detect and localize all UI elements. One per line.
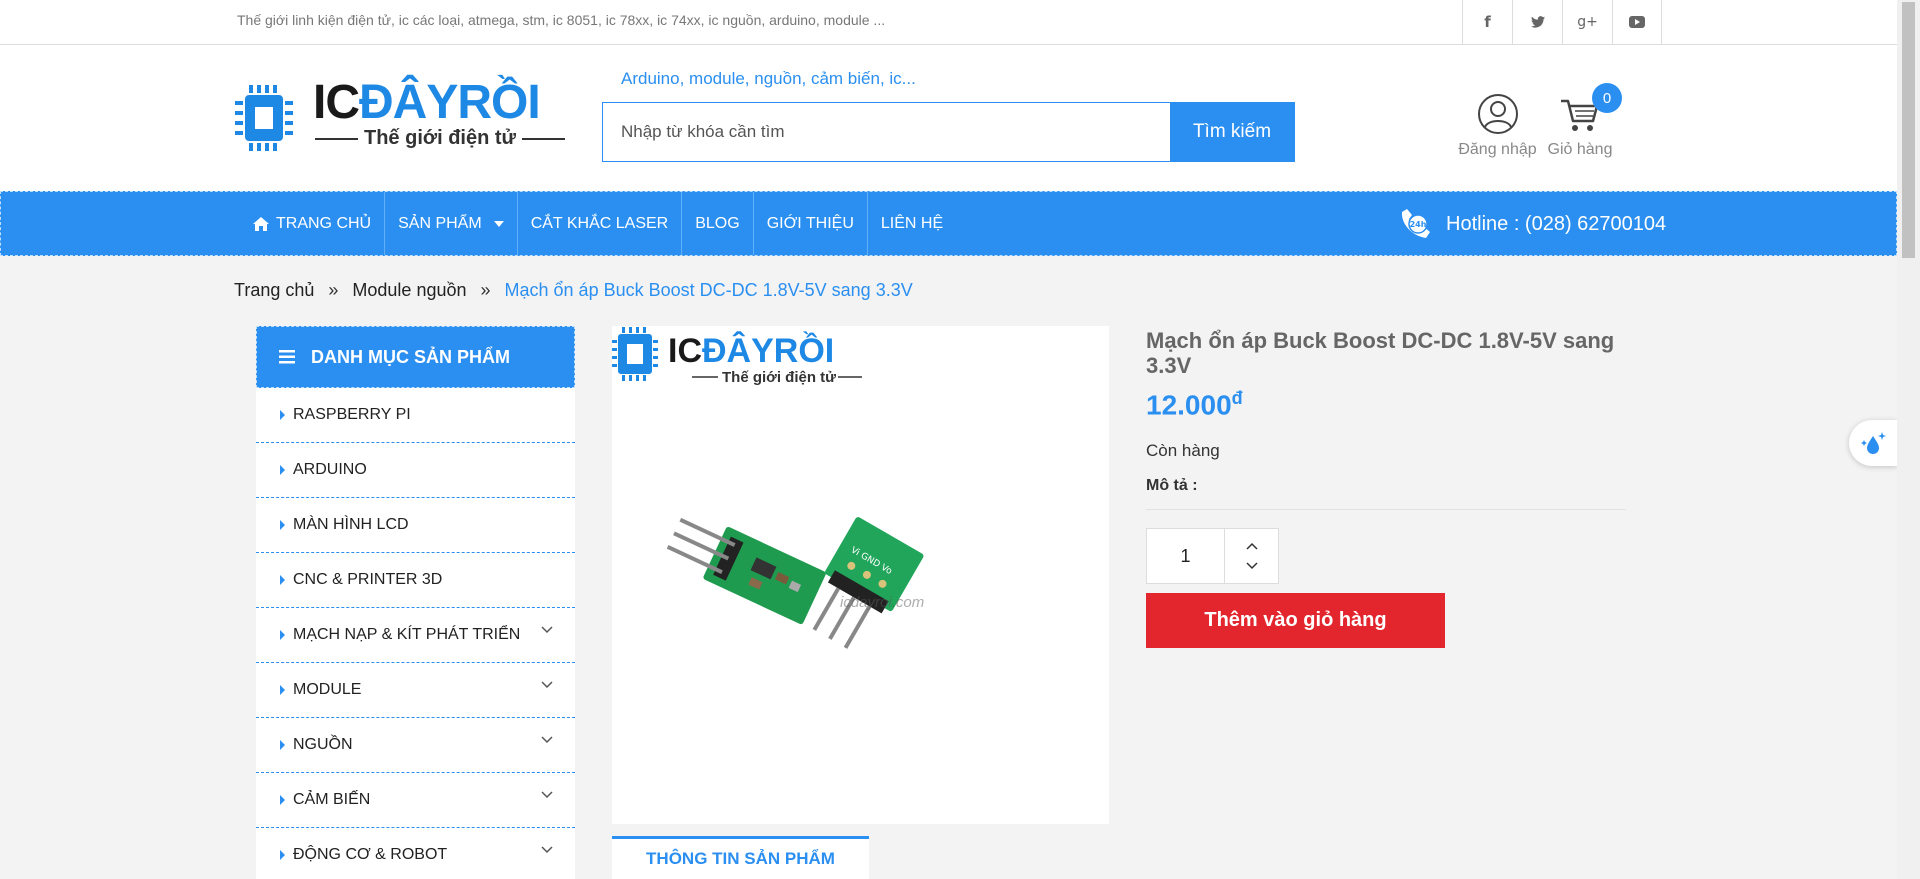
site-header: ICĐÂYRỒI Thế giới điện tử Arduino, modul… [0,45,1897,191]
breadcrumb-category[interactable]: Module nguồn [352,280,466,301]
login-link[interactable]: Đăng nhập [1455,93,1540,159]
search-hint: Arduino, module, nguồn, cảm biến, ic... [621,69,916,88]
twitter-icon[interactable] [1512,0,1562,44]
top-bar: Thế giới linh kiện điện tử, ic các loại,… [0,0,1897,45]
search-input[interactable] [603,103,1170,161]
chevron-down-icon[interactable] [541,736,553,744]
breadcrumb-current[interactable]: Mạch ổn áp Buck Boost DC-DC 1.8V-5V sang… [505,280,913,301]
site-slogan: Thế giới linh kiện điện tử, ic các loại,… [237,12,886,28]
sidebar-header[interactable]: DANH MỤC SẢN PHẨM [256,326,575,388]
nav-about[interactable]: GIỚI THIỆU [754,192,868,255]
sidebar-item-label: MẠCH NẠP & KÍT PHÁT TRIỂN [293,626,521,643]
caret-right-icon [280,575,285,585]
user-icon [1477,94,1518,134]
caret-right-icon [280,520,285,530]
chevron-down-icon[interactable] [1245,562,1258,570]
category-sidebar: DANH MỤC SẢN PHẨM RASPBERRY PI ARDUINO MÀN… [256,326,575,879]
sidebar-item-label: ĐỘNG CƠ & ROBOT [293,846,448,863]
product-price: 12.000đ [1146,388,1243,421]
chevron-down-icon[interactable] [541,626,553,634]
description-label: Mô tả : [1146,477,1626,511]
logo-brand: ICĐÂYRỒI [313,76,541,129]
google-plus-icon[interactable]: g+ [1562,0,1612,44]
nav-blog[interactable]: BLOG [682,192,754,255]
sidebar-item-label: NGUỒN [293,736,353,753]
sidebar-item[interactable]: ĐỘNG CƠ & ROBOT [256,828,575,879]
sidebar-item[interactable]: NGUỒN [256,718,575,773]
quantity-stepper[interactable]: 1 [1146,528,1279,584]
youtube-icon[interactable] [1612,0,1662,44]
sidebar-item[interactable]: MODULE [256,663,575,718]
nav-laser[interactable]: CẮT KHẮC LASER [518,192,683,255]
cart-count-badge: 0 [1592,83,1622,113]
phone-24h-icon: 24h [1401,209,1430,238]
cart-label: Giỏ hàng [1547,141,1613,158]
search-bar: Tìm kiếm [602,102,1295,162]
tab-product-info[interactable]: THÔNG TIN SẢN PHẨM [612,836,869,879]
product-title: Mạch ổn áp Buck Boost DC-DC 1.8V-5V sang… [1146,328,1615,378]
search-button[interactable]: Tìm kiếm [1170,103,1294,161]
dc-dc-module-photo: Vi GND Vo [666,517,924,649]
caret-down-icon [493,220,504,227]
sidebar-item-label: CNC & PRINTER 3D [293,571,443,588]
sidebar-item-label: MODULE [293,681,362,698]
floating-widget[interactable] [1849,420,1897,466]
chevron-down-icon[interactable] [541,846,553,854]
sidebar-item[interactable]: MÀN HÌNH LCD [256,498,575,553]
main-nav: TRANG CHỦ SẢN PHẨM CẮT KHẮC LASER BLOG G… [0,191,1897,256]
scrollbar-thumb[interactable] [1902,2,1915,258]
breadcrumb-separator-icon: » [328,280,339,300]
add-to-cart-button[interactable]: Thêm vào giỏ hàng [1146,593,1445,648]
chevron-down-icon[interactable] [541,791,553,799]
product-info: Mạch ổn áp Buck Boost DC-DC 1.8V-5V sang… [1146,328,1626,648]
caret-right-icon [280,465,285,475]
sidebar-item-label: CẢM BIẾN [293,791,371,808]
site-logo[interactable]: ICĐÂYRỒI Thế giới điện tử [235,75,565,155]
caret-right-icon [280,630,285,640]
chevron-up-icon[interactable] [1245,542,1258,550]
hotline[interactable]: 24h Hotline : (028) 62700104 [1398,206,1666,242]
sidebar-item-label: RASPBERRY PI [293,406,411,423]
sidebar-item[interactable]: CẢM BIẾN [256,773,575,828]
facebook-icon[interactable]: f [1462,0,1512,44]
login-label: Đăng nhập [1458,141,1537,158]
menu-icon [279,350,295,364]
product-image[interactable]: ICĐÂYRỒI Thế giới điện tử Vi GND Vo icda… [612,326,1109,824]
image-watermark-text: icdayroi.com [840,594,925,611]
sidebar-item-label: ARDUINO [293,461,367,478]
caret-right-icon [280,740,285,750]
social-links: f g+ [1462,0,1662,44]
nav-home[interactable]: TRANG CHỦ [239,192,386,255]
breadcrumb-separator-icon: » [480,280,491,300]
home-icon [253,216,269,231]
caret-right-icon [280,410,285,420]
sidebar-item[interactable]: ARDUINO [256,443,575,498]
nav-contact[interactable]: LIÊN HỆ [868,192,956,255]
svg-text:24h: 24h [1410,220,1427,229]
chevron-down-icon[interactable] [541,681,553,689]
sidebar-item[interactable]: CNC & PRINTER 3D [256,553,575,608]
stock-status: Còn hàng [1146,441,1220,461]
logo-tagline: Thế giới điện tử [315,127,565,150]
breadcrumb-home[interactable]: Trang chủ [234,280,314,301]
sidebar-item[interactable]: MẠCH NẠP & KÍT PHÁT TRIỂN [256,608,575,663]
caret-right-icon [280,685,285,695]
droplet-sparkle-icon [1861,432,1886,454]
chip-logo-icon [235,85,293,151]
caret-right-icon [280,795,285,805]
breadcrumb: Trang chủ » Module nguồn » Mạch ổn áp Bu… [234,280,913,301]
sidebar-item-label: MÀN HÌNH LCD [293,516,409,533]
page-scrollbar[interactable] [1897,0,1920,879]
nav-products[interactable]: SẢN PHẨM [385,192,518,255]
caret-right-icon [280,850,285,860]
sidebar-item[interactable]: RASPBERRY PI [256,388,575,443]
cart-link[interactable]: Giỏ hàng 0 [1542,83,1622,159]
quantity-value[interactable]: 1 [1147,529,1225,583]
